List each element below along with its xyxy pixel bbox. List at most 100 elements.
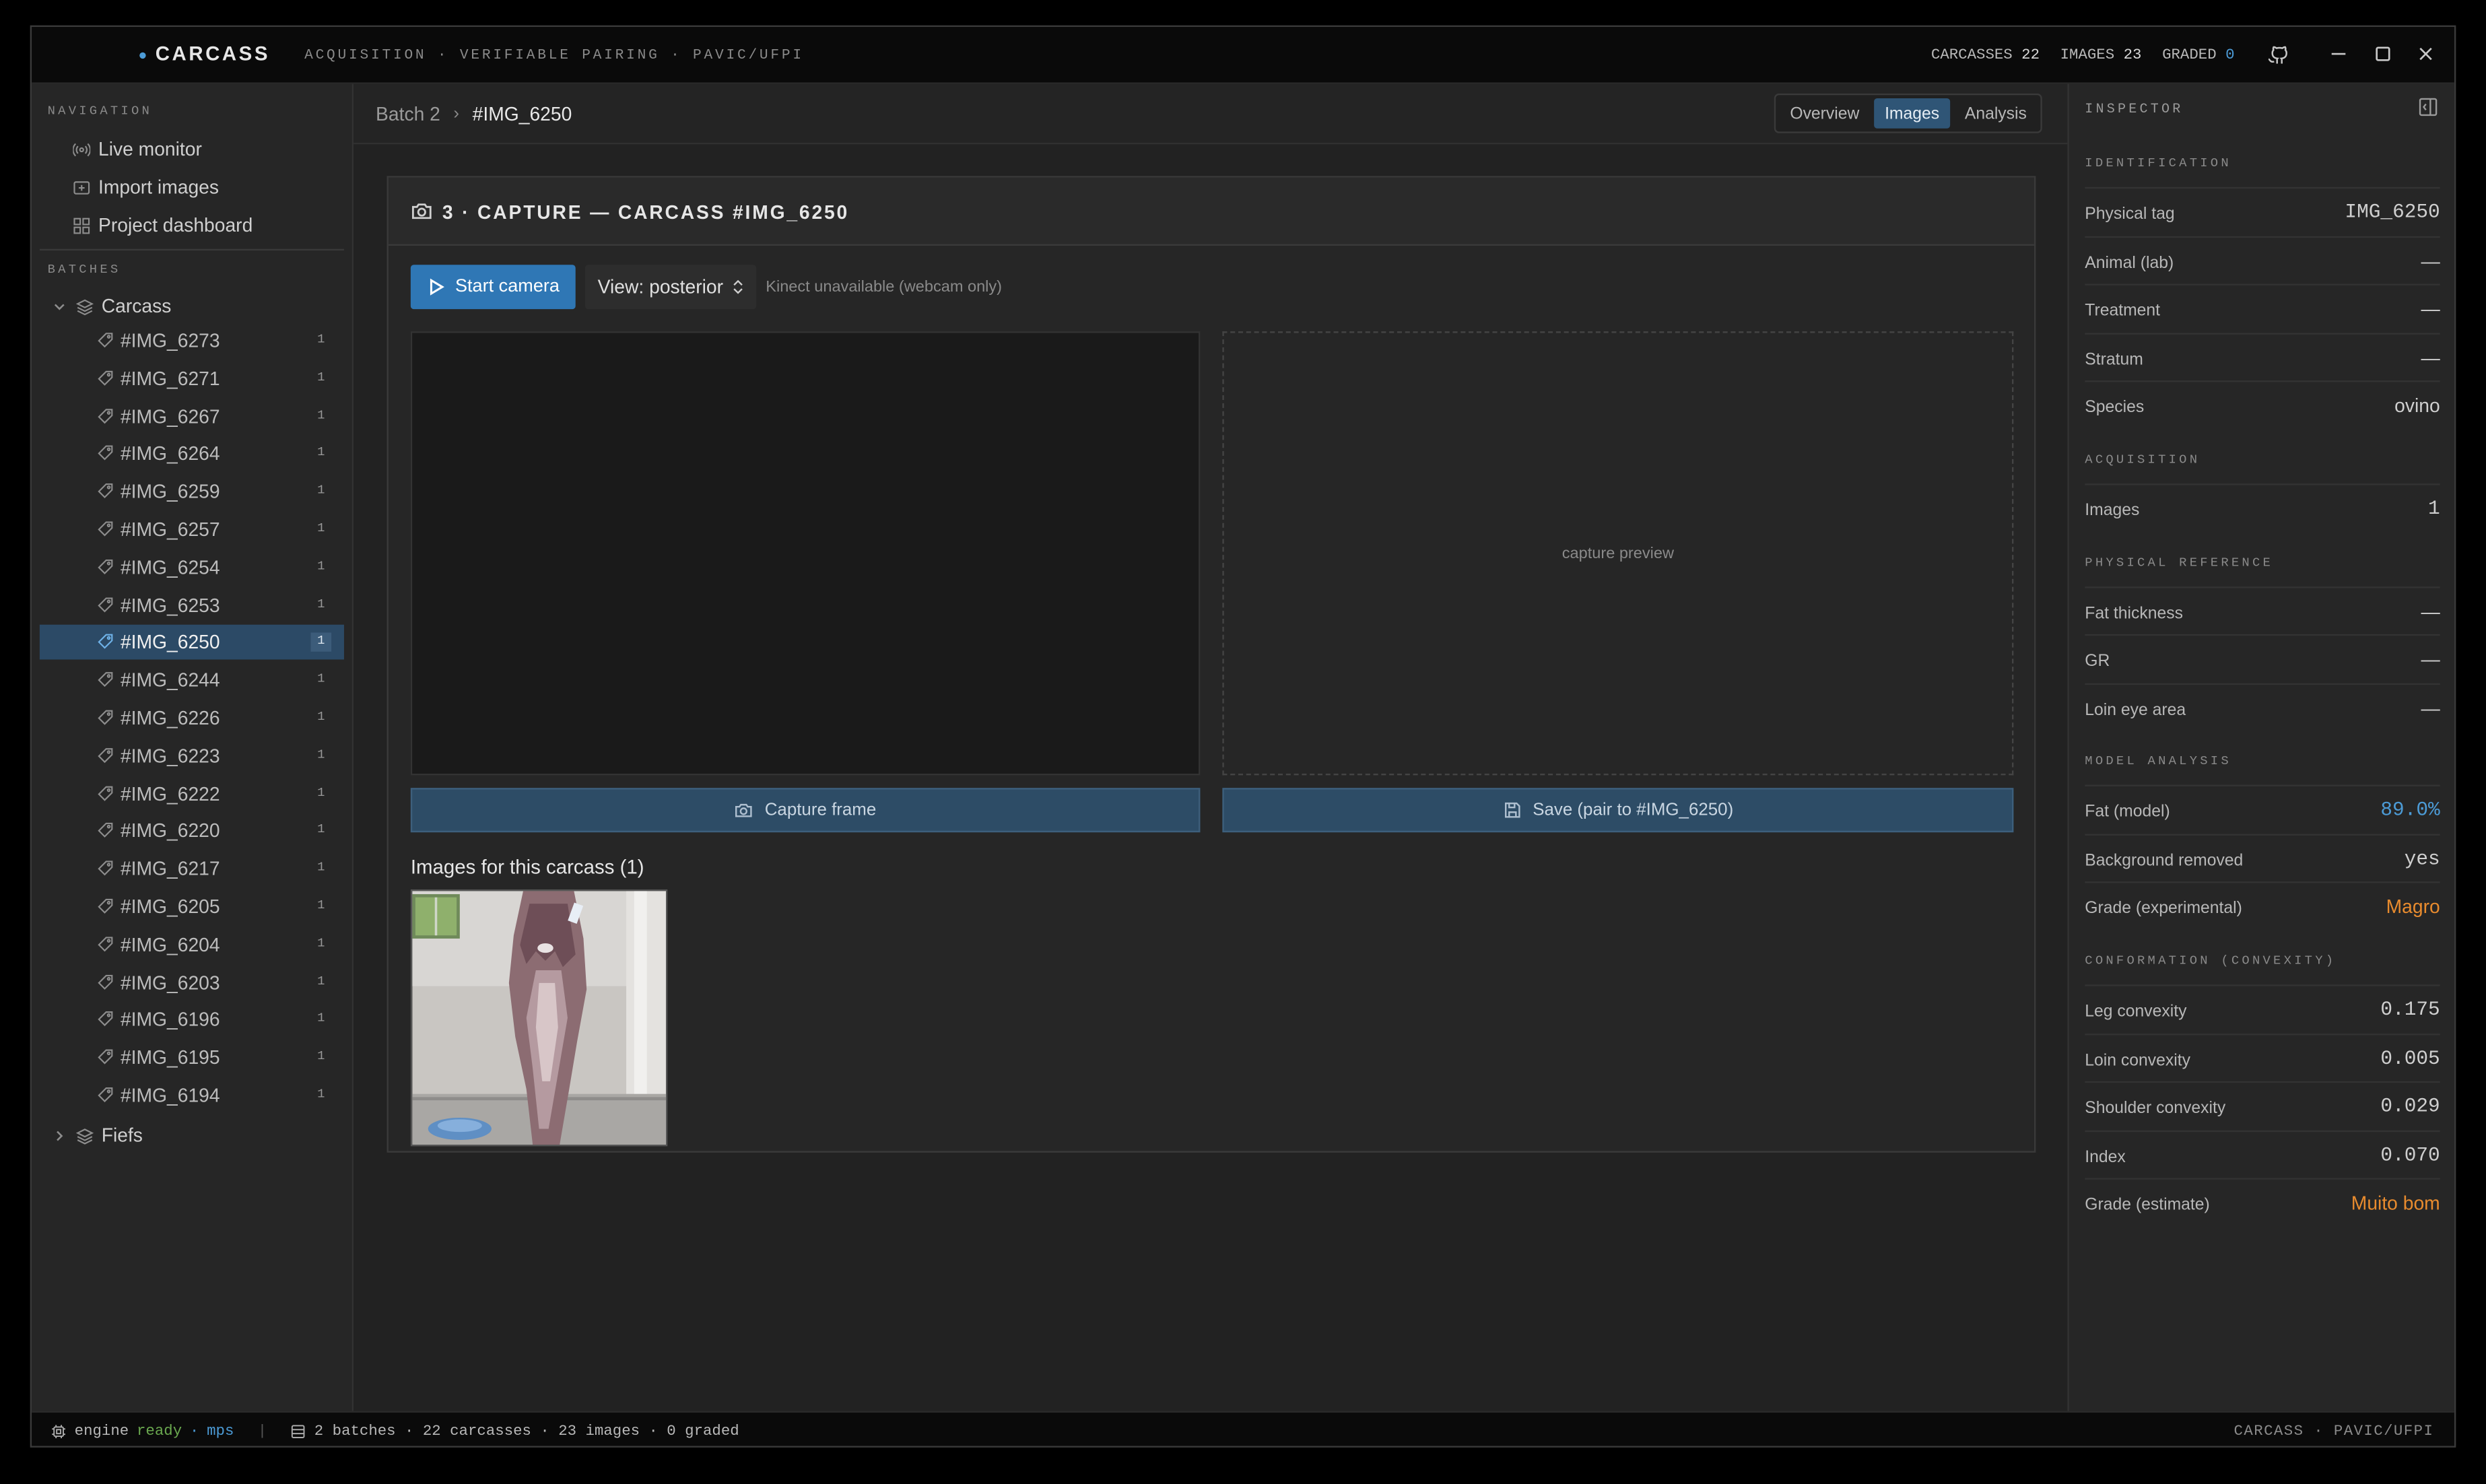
inspector-key: Grade (experimental) [2085,899,2242,918]
start-camera-button[interactable]: Start camera [410,265,576,310]
batches-section-title: BATCHES [47,263,121,278]
nav-project-dashboard[interactable]: Project dashboard [73,209,253,241]
carcass-image-thumbnail[interactable] [410,889,668,1147]
inspector-section-title: IDENTIFICATION [2085,157,2231,172]
inspector-row: Fat (model) 89.0% [2085,784,2440,833]
navigation-section-title: NAVIGATION [47,104,153,119]
graded-stat: GRADED 0 [2162,46,2234,63]
inspector-value: — [2421,298,2440,321]
batch-fiefs[interactable]: Fiefs [51,1119,143,1151]
camera-icon [411,203,432,220]
inspector-value: — [2421,698,2440,720]
sidebar-item-carcass[interactable]: #IMG_6259 1 [40,474,344,509]
sidebar-item-carcass[interactable]: #IMG_6250 1 [39,625,344,661]
sidebar-item-carcass[interactable]: #IMG_6257 1 [40,512,344,547]
image-count-badge: 1 [317,899,325,914]
tab-overview[interactable]: Overview [1779,98,1871,129]
sidebar-item-label: #IMG_6226 [120,707,220,730]
minimize-icon[interactable] [2328,43,2353,69]
sidebar-item-carcass[interactable]: #IMG_6253 1 [40,588,344,623]
inspector-row: Index 0.070 [2085,1130,2440,1178]
sidebar-item-carcass[interactable]: #IMG_6223 1 [40,739,344,774]
sidebar-item-label: #IMG_6223 [120,745,220,768]
sidebar-item-carcass[interactable]: #IMG_6226 1 [40,701,344,736]
image-count-badge: 1 [317,446,325,461]
batch-carcass[interactable]: Carcass [51,290,171,322]
sidebar-item-label: #IMG_6196 [120,1009,220,1032]
sidebar-item-carcass[interactable]: #IMG_6204 1 [40,927,344,962]
maximize-icon[interactable] [2372,43,2397,69]
nav-live-monitor[interactable]: Live monitor [73,133,202,165]
sidebar-item-carcass[interactable]: #IMG_6222 1 [40,776,344,811]
inspector-title: INSPECTOR [2085,101,2184,118]
sidebar-item-carcass[interactable]: #IMG_6203 1 [40,965,344,1000]
tab-analysis[interactable]: Analysis [1953,98,2038,129]
sidebar-item-label: #IMG_6257 [120,518,220,541]
kinect-status-note: Kinect unavailable (webcam only) [766,279,1003,297]
inspector-row: Physical tag IMG_6250 [2085,187,2440,235]
nav-import-images[interactable]: Import images [73,171,219,203]
chevron-right-icon[interactable] [51,1126,68,1144]
close-icon[interactable] [2415,43,2440,69]
title-bar: CARCASS ACQUISITION · VERIFIABLE PAIRING… [32,27,2454,84]
engine-separator: · [189,1422,199,1440]
carcasses-stat-label: CARCASSES [1930,46,2013,64]
images-stat-value: 23 [2123,46,2142,64]
inspector-value: — [2421,250,2440,273]
inspector-row: Stratum — [2085,333,2440,380]
view-select[interactable]: View: posterior [584,265,757,310]
image-count-badge: 1 [317,1012,325,1027]
github-icon[interactable] [2267,43,2293,69]
image-count-badge: 1 [317,483,325,498]
breadcrumb-batch[interactable]: Batch 2 [376,103,440,125]
save-icon [1504,802,1520,818]
capture-frame-button[interactable]: Capture frame [410,788,1201,833]
inspector-value: ovino [2394,395,2440,417]
sidebar-item-carcass[interactable]: #IMG_6195 1 [40,1040,344,1075]
start-camera-label: Start camera [455,277,560,297]
image-count-badge: 1 [310,633,332,652]
view-select-value: View: posterior [597,275,724,298]
sidebar-item-label: #IMG_6254 [120,555,220,578]
tag-icon [98,483,113,499]
breadcrumb-separator: › [453,104,460,124]
panel-toggle-icon[interactable] [2418,97,2439,118]
inspector-value: 0.070 [2380,1145,2440,1167]
breadcrumb-current: #IMG_6250 [472,103,572,126]
sidebar-item-carcass[interactable]: #IMG_6244 1 [40,663,344,698]
view-tabs: Overview Images Analysis [1774,93,2043,133]
sidebar-item-carcass[interactable]: #IMG_6264 1 [40,436,344,471]
tab-images[interactable]: Images [1873,98,1951,129]
tag-icon [98,898,113,914]
sidebar-item-carcass[interactable]: #IMG_6196 1 [40,1003,344,1038]
project-summary: 2 batches · 22 carcasses · 23 images · 0… [314,1422,739,1440]
image-count-badge: 1 [317,1087,325,1102]
sidebar-item-carcass[interactable]: #IMG_6267 1 [40,399,344,434]
inspector-key: Treatment [2085,301,2161,321]
sidebar-item-carcass[interactable]: #IMG_6205 1 [40,889,344,924]
sidebar-divider [39,248,344,251]
tag-icon [98,408,113,424]
camera-feed [410,331,1201,776]
inspector-value: — [2421,601,2440,623]
graded-stat-value: 0 [2225,46,2235,64]
image-count-badge: 1 [317,747,325,763]
save-pair-button[interactable]: Save (pair to #IMG_6250) [1222,788,2014,833]
tag-icon [98,559,113,574]
sidebar-item-carcass[interactable]: #IMG_6271 1 [40,361,344,396]
sidebar-item-carcass[interactable]: #IMG_6254 1 [40,550,344,585]
image-count-badge: 1 [317,937,325,951]
inspector-row: Leg convexity 0.175 [2085,984,2440,1032]
image-count-badge: 1 [317,597,325,611]
header-stats: CARCASSES 22 IMAGES 23 GRADED 0 [1931,46,2235,63]
carcass-photo [412,891,666,1145]
image-count-badge: 1 [317,1050,325,1065]
chevron-down-icon[interactable] [51,297,68,314]
sidebar-item-carcass[interactable]: #IMG_6273 1 [40,323,344,358]
sidebar-item-label: #IMG_6203 [120,971,220,994]
sidebar-item-carcass[interactable]: #IMG_6194 1 [40,1078,344,1113]
sidebar-item-carcass[interactable]: #IMG_6217 1 [40,852,344,887]
app-root: CARCASS ACQUISITION · VERIFIABLE PAIRING… [0,0,2486,1484]
sidebar-item-carcass[interactable]: #IMG_6220 1 [40,814,344,849]
camera-icon [735,803,753,817]
